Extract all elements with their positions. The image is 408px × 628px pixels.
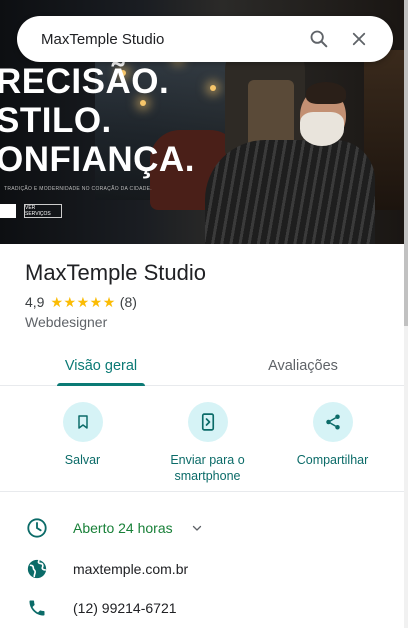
tab-bar: Visão geral Avaliações <box>0 346 404 386</box>
photo-button-2: VER SERVIÇOS <box>24 204 62 218</box>
rating-row[interactable]: 4,9 ★ ★ ★ ★ ★ (8) <box>25 294 385 310</box>
photo-tagline: TRADIÇÃO E MODERNIDADE NO CORAÇÃO DA CID… <box>4 186 152 192</box>
website-link[interactable]: maxtemple.com.br <box>73 561 188 577</box>
place-header: MaxTemple Studio 4,9 ★ ★ ★ ★ ★ (8) Webde… <box>25 260 385 330</box>
place-category[interactable]: Webdesigner <box>25 314 385 330</box>
rating-value: 4,9 <box>25 294 45 310</box>
headline-line: RECISÃO. <box>0 62 170 101</box>
photo-headline: RECISÃO. STILO. ONFIANÇA. <box>0 62 195 179</box>
photo-button-1 <box>0 204 16 218</box>
star-icon: ★ <box>102 294 116 310</box>
headline-line: STILO. <box>0 101 112 140</box>
share-button-label: Compartilhar <box>296 453 369 467</box>
search-input[interactable]: MaxTemple Studio <box>41 31 299 48</box>
star-icon: ★ <box>63 294 77 310</box>
save-button-circle[interactable] <box>62 402 103 442</box>
send-to-phone-button[interactable]: Enviar para o smartphone <box>145 400 270 491</box>
hours-row[interactable]: Aberto 24 horas <box>25 516 385 540</box>
photo-lamp <box>210 85 216 91</box>
rating-stars: ★ ★ ★ ★ ★ <box>50 295 115 309</box>
star-icon: ★ <box>76 294 90 310</box>
save-button[interactable]: Salvar <box>20 400 145 491</box>
clock-icon <box>25 516 49 540</box>
phone-number[interactable]: (12) 99214-6721 <box>73 600 177 616</box>
globe-icon <box>25 557 49 581</box>
hours-status[interactable]: Aberto 24 horas <box>73 520 173 536</box>
chevron-down-icon[interactable] <box>191 522 203 534</box>
bookmark-icon <box>77 415 88 429</box>
search-icon[interactable] <box>299 19 339 59</box>
star-icon: ★ <box>50 294 64 310</box>
save-button-label: Salvar <box>64 453 101 467</box>
scrollbar[interactable] <box>404 0 408 628</box>
place-title: MaxTemple Studio <box>25 260 206 285</box>
photo-cape <box>205 140 375 244</box>
action-buttons: Salvar Enviar para o smartphone Comparti… <box>0 400 404 492</box>
website-row[interactable]: maxtemple.com.br <box>25 557 385 581</box>
share-button-circle[interactable] <box>312 402 353 442</box>
send-to-phone-icon <box>201 413 214 431</box>
tab-overview[interactable]: Visão geral <box>0 346 202 385</box>
send-to-phone-label: Enviar para o smartphone <box>170 453 245 483</box>
phone-row[interactable]: (12) 99214-6721 <box>25 596 385 620</box>
search-bar[interactable]: MaxTemple Studio <box>17 16 393 62</box>
photo-shaving-foam <box>300 112 344 146</box>
phone-icon <box>25 596 49 620</box>
scrollbar-thumb[interactable] <box>404 0 408 326</box>
star-icon: ★ <box>89 294 103 310</box>
tab-reviews[interactable]: Avaliações <box>202 346 404 385</box>
review-count[interactable]: (8) <box>120 294 137 310</box>
share-button[interactable]: Compartilhar <box>270 400 395 491</box>
photo-client-hair <box>306 82 346 104</box>
close-icon[interactable] <box>339 19 379 59</box>
headline-line: ONFIANÇA. <box>0 140 195 179</box>
send-to-phone-circle[interactable] <box>187 402 228 442</box>
share-icon <box>325 414 340 430</box>
